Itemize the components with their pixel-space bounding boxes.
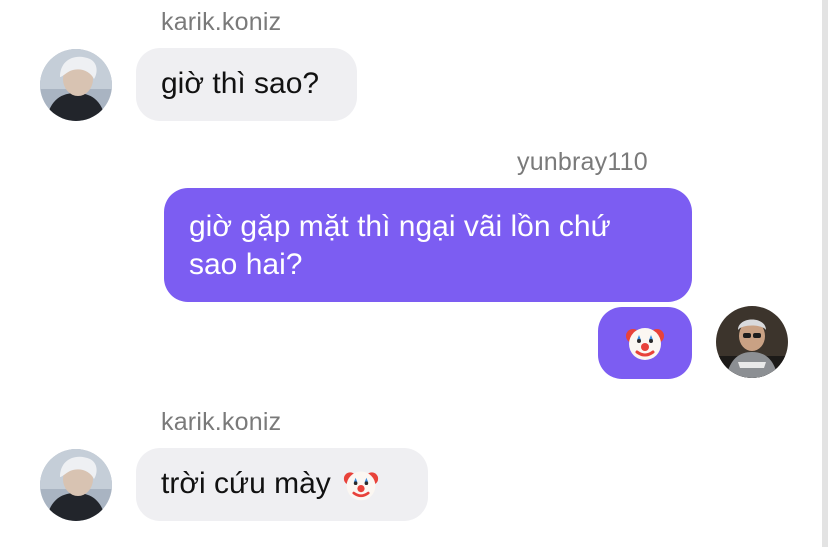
message-text: giờ gặp mặt thì ngại vãi lồn chứ sao hai…: [189, 210, 611, 281]
scroll-edge: [822, 0, 828, 547]
clown-face-icon: [626, 328, 664, 360]
avatar[interactable]: [40, 449, 112, 521]
message-bubble-incoming[interactable]: trời cứu mày: [136, 448, 428, 521]
avatar[interactable]: [716, 306, 788, 378]
sender-name: karik.koniz: [161, 8, 282, 36]
clown-face-icon: [344, 471, 379, 501]
avatar-photo: [716, 306, 788, 378]
avatar[interactable]: [40, 49, 112, 121]
message-bubble-outgoing[interactable]: giờ gặp mặt thì ngại vãi lồn chứ sao hai…: [164, 188, 692, 302]
message-text: trời cứu mày: [161, 467, 331, 500]
message-text: giờ thì sao?: [161, 67, 320, 100]
avatar-photo: [40, 449, 112, 521]
sender-name: yunbray110: [517, 148, 648, 176]
message-bubble-outgoing-emoji[interactable]: [598, 307, 692, 379]
avatar-photo: [40, 49, 112, 121]
message-bubble-incoming[interactable]: giờ thì sao?: [136, 48, 357, 121]
sender-name: karik.koniz: [161, 408, 282, 436]
